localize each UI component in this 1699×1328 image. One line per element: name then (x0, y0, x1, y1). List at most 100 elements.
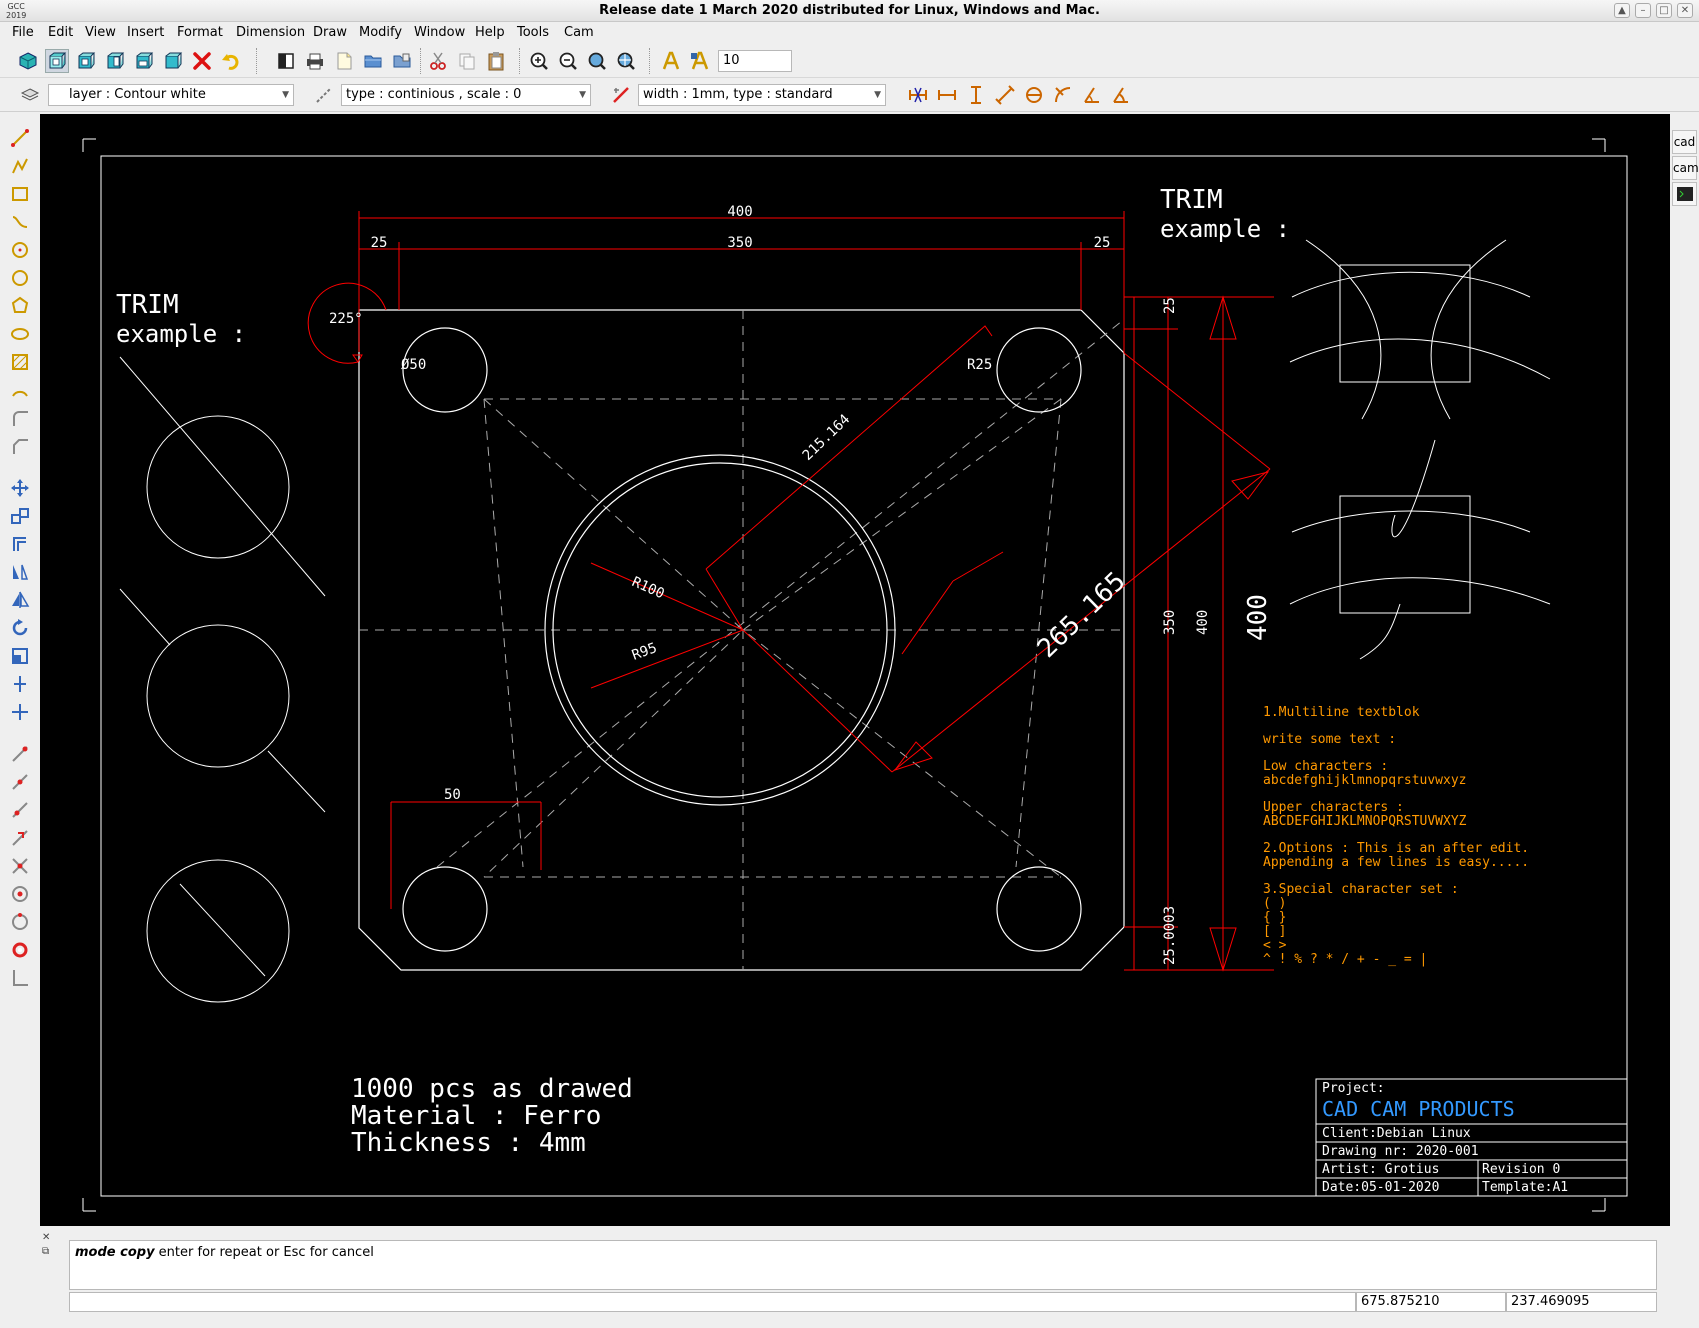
polyline-icon[interactable] (8, 154, 32, 178)
linetype-icon[interactable] (312, 83, 336, 107)
snap-center-icon[interactable] (8, 882, 32, 906)
dim-angle-icon[interactable] (1080, 83, 1104, 107)
new-file-icon[interactable] (332, 49, 356, 73)
spline-icon[interactable] (8, 210, 32, 234)
snap-perpendicular-icon[interactable] (8, 826, 32, 850)
command-input[interactable] (69, 1292, 1356, 1312)
paste-icon[interactable] (484, 49, 508, 73)
arc-icon[interactable] (8, 378, 32, 402)
open-file-icon[interactable] (361, 49, 385, 73)
circle-icon[interactable] (8, 238, 32, 262)
layer-stack-icon[interactable] (18, 83, 42, 107)
snap-endpoint-icon[interactable] (8, 742, 32, 766)
mirror-axis-icon[interactable] (8, 588, 32, 612)
layers-icon[interactable] (274, 49, 298, 73)
menu-view[interactable]: View (85, 25, 116, 40)
main-toolbar: 10 (0, 44, 1699, 78)
text-style-icon[interactable] (688, 49, 712, 73)
zoom-out-icon[interactable] (556, 49, 580, 73)
menu-draw[interactable]: Draw (313, 25, 347, 40)
linetype-combo[interactable]: type : continious , scale : 0 ▼ (341, 84, 591, 106)
menu-format[interactable]: Format (177, 25, 223, 40)
zoom-window-icon[interactable] (614, 49, 638, 73)
window-up-icon[interactable]: ▲ (1614, 3, 1630, 18)
snap-midpoint-icon[interactable] (8, 770, 32, 794)
linewidth-icon[interactable] (609, 83, 633, 107)
trim-icon[interactable] (8, 672, 32, 696)
dim-350-top: 350 (727, 235, 752, 251)
dim-aligned-icon[interactable] (993, 83, 1017, 107)
menu-file[interactable]: File (12, 25, 34, 40)
trim-right-subtitle: example : (1160, 215, 1290, 243)
copy-entity-icon[interactable] (8, 504, 32, 528)
dim-vertical-icon[interactable] (964, 83, 988, 107)
text-icon[interactable] (659, 49, 683, 73)
fillet-icon[interactable] (8, 406, 32, 430)
tb-revision: Revision 0 (1482, 1162, 1560, 1177)
window-minimize-icon[interactable]: – (1635, 3, 1651, 18)
snap-nearest-icon[interactable] (8, 798, 32, 822)
terminal-icon[interactable] (1672, 182, 1697, 206)
hatch-icon[interactable] (8, 350, 32, 374)
tb-template: Template:A1 (1482, 1180, 1568, 1195)
circle-3p-icon[interactable] (8, 266, 32, 290)
rotate-icon[interactable] (8, 616, 32, 640)
tab-cad[interactable]: cad (1672, 130, 1697, 154)
menu-window[interactable]: Window (414, 25, 465, 40)
menu-tools[interactable]: Tools (517, 25, 549, 40)
extend-icon[interactable] (8, 700, 32, 724)
window-maximize-icon[interactable]: □ (1656, 3, 1672, 18)
drawing-canvas[interactable]: 400 350 25 25 225° Ø50 R25 215.164 R100 … (40, 114, 1670, 1226)
svg-text:ABCDEFGHIJKLMNOPQRSTUVWXYZ: ABCDEFGHIJKLMNOPQRSTUVWXYZ (1263, 814, 1467, 829)
menu-modify[interactable]: Modify (359, 25, 402, 40)
menu-edit[interactable]: Edit (48, 25, 73, 40)
zoom-extents-icon[interactable] (585, 49, 609, 73)
window-close-icon[interactable]: ✕ (1677, 3, 1693, 18)
copy-icon[interactable] (455, 49, 479, 73)
ellipse-icon[interactable] (8, 322, 32, 346)
layer-combo-value: layer : Contour white (69, 87, 206, 102)
view-top-icon[interactable] (45, 49, 69, 73)
view-bottom-icon[interactable] (161, 49, 185, 73)
delete-icon[interactable] (190, 49, 214, 73)
view-3d-icon[interactable] (16, 49, 40, 73)
dim-linear-icon[interactable] (935, 83, 959, 107)
snap-intersection-icon[interactable] (8, 854, 32, 878)
chamfer-icon[interactable] (8, 434, 32, 458)
layer-combo[interactable]: layer : Contour white ▼ (48, 84, 294, 106)
zoom-value-input[interactable]: 10 (718, 50, 792, 72)
svg-text:^ ! % ? * / + - _ = |: ^ ! % ? * / + - _ = | (1263, 952, 1427, 967)
mirror-icon[interactable] (8, 560, 32, 584)
snap-quadrant-icon[interactable] (8, 910, 32, 934)
polygon-icon[interactable] (8, 294, 32, 318)
save-file-icon[interactable] (390, 49, 414, 73)
view-iso-icon[interactable] (132, 49, 156, 73)
dock-close-icon[interactable]: ✕ (42, 1232, 50, 1243)
dim-radius-icon[interactable] (1051, 83, 1075, 107)
line-icon[interactable] (8, 126, 32, 150)
view-front-icon[interactable] (74, 49, 98, 73)
menu-cam[interactable]: Cam (564, 25, 594, 40)
scale-icon[interactable] (8, 644, 32, 668)
undo-icon[interactable] (219, 49, 243, 73)
view-side-icon[interactable] (103, 49, 127, 73)
dim-diameter-icon[interactable] (1022, 83, 1046, 107)
cut-icon[interactable] (426, 49, 450, 73)
zoom-in-icon[interactable] (527, 49, 551, 73)
linewidth-combo[interactable]: width : 1mm, type : standard ▼ (638, 84, 886, 106)
title-bar: GCC 2019 Release date 1 March 2020 distr… (0, 0, 1699, 22)
move-icon[interactable] (8, 476, 32, 500)
menu-dimension[interactable]: Dimension (236, 25, 305, 40)
dim-arc-icon[interactable] (1109, 83, 1133, 107)
ucs-icon[interactable] (8, 966, 32, 990)
rectangle-icon[interactable] (8, 182, 32, 206)
menu-insert[interactable]: Insert (127, 25, 164, 40)
snap-tangent-icon[interactable] (8, 938, 32, 962)
tab-cam[interactable]: cam (1672, 156, 1699, 180)
print-icon[interactable] (303, 49, 327, 73)
dim-style-icon[interactable] (906, 83, 930, 107)
menu-help[interactable]: Help (475, 25, 505, 40)
dock-float-icon[interactable]: ⧉ (42, 1246, 49, 1257)
offset-icon[interactable] (8, 532, 32, 556)
dim-25-vertical: 25 (1162, 297, 1178, 314)
